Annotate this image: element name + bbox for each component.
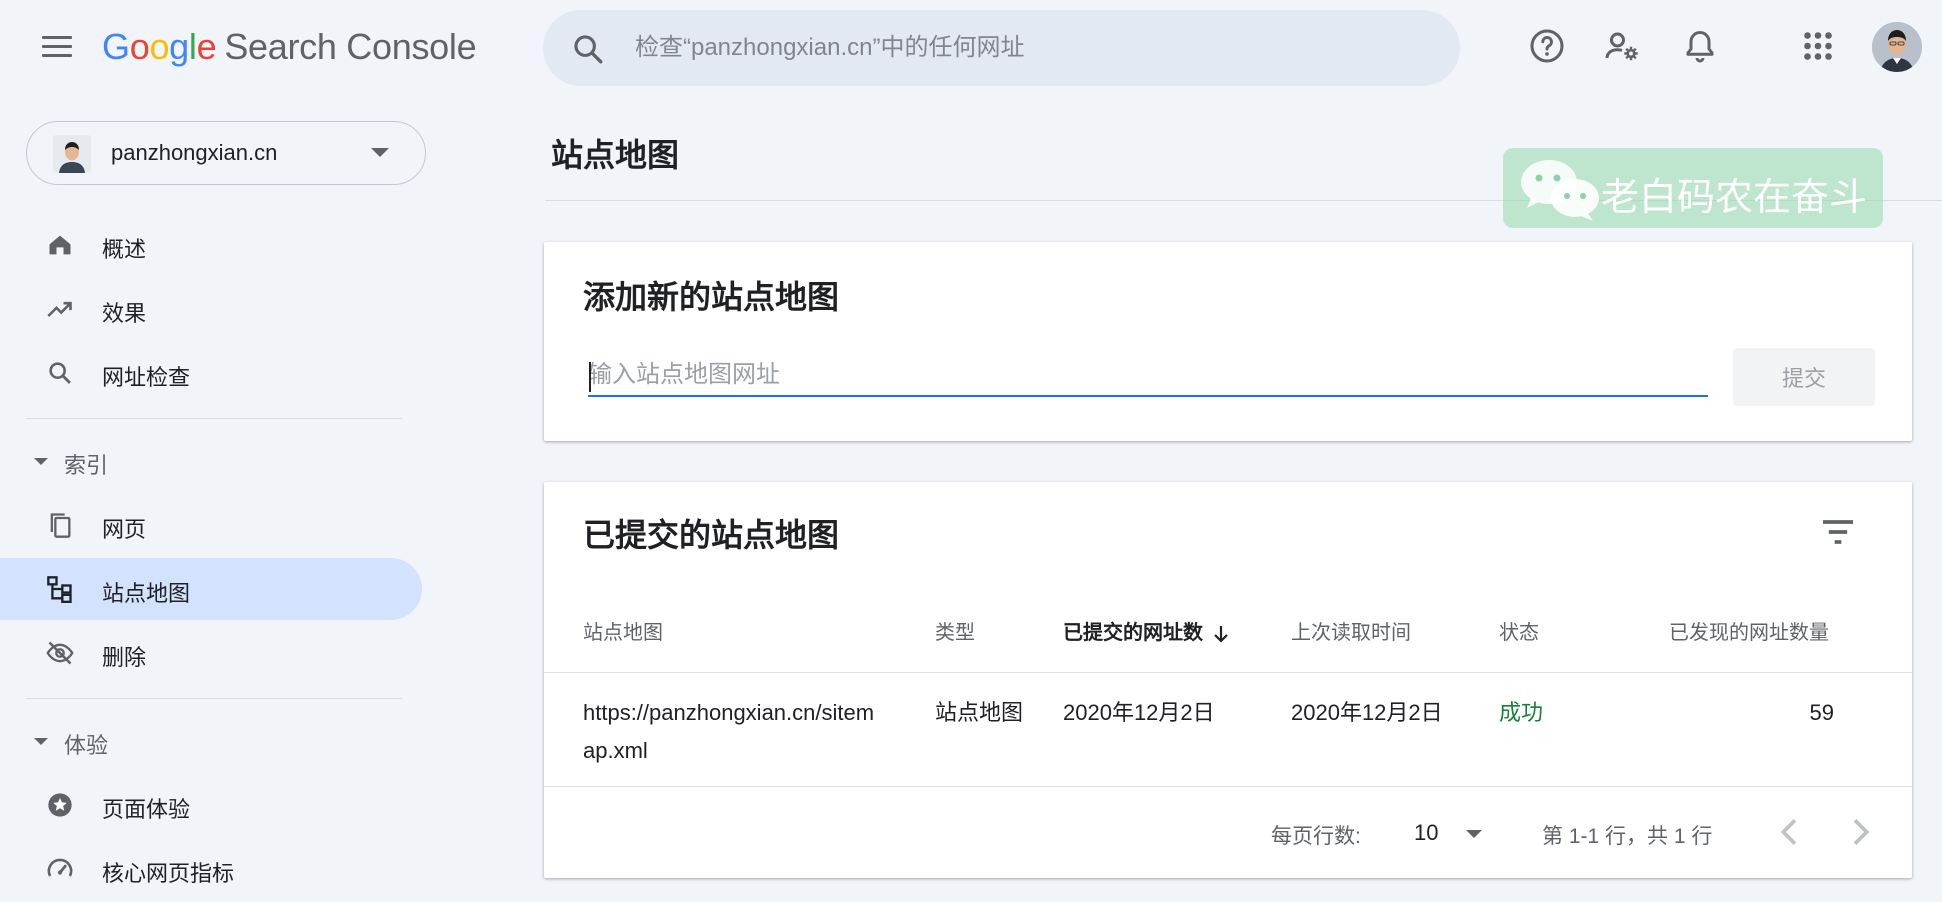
column-header-label: 已提交的网址数 <box>1063 622 1203 644</box>
property-avatar-icon <box>53 135 91 173</box>
caret-down-icon <box>34 458 48 465</box>
top-app-bar: Google Search Console <box>0 0 1942 96</box>
page-title: 站点地图 <box>551 137 680 173</box>
help-icon[interactable] <box>1529 28 1565 64</box>
sidebar-item-label: 删除 <box>102 645 147 670</box>
status-badge: 成功 <box>1499 700 1544 725</box>
submit-button[interactable]: 提交 <box>1733 348 1875 406</box>
sidebar-item-sitemaps[interactable]: 站点地图 <box>0 558 422 620</box>
column-header-sitemap[interactable]: 站点地图 <box>583 616 663 645</box>
eye-off-icon <box>46 641 74 665</box>
account-avatar[interactable] <box>1872 22 1922 72</box>
add-sitemap-title: 添加新的站点地图 <box>583 279 840 315</box>
chevron-down-icon <box>371 148 389 157</box>
sidebar-item-pages[interactable]: 网页 <box>0 494 422 556</box>
next-page-icon[interactable] <box>1840 812 1880 852</box>
rows-per-page-select[interactable]: 10 <box>1414 812 1504 852</box>
sidebar-item-label: 网页 <box>102 517 147 542</box>
sidebar-item-label: 页面体验 <box>102 797 191 822</box>
sidebar-item-label: 核心网页指标 <box>102 861 235 886</box>
sidebar-section-index[interactable]: 索引 <box>28 442 228 482</box>
sidebar-item-label: 概述 <box>102 237 147 262</box>
pages-icon <box>50 513 71 538</box>
sidebar-item-label: 网址检查 <box>102 365 191 390</box>
avatar-portrait-icon <box>1872 22 1922 72</box>
sidebar-section-label: 索引 <box>64 453 109 478</box>
property-selector[interactable]: panzhongxian.cn <box>26 121 426 185</box>
last-read-date: 2020年12月2日 <box>1291 700 1443 725</box>
sidebar-item-label: 站点地图 <box>102 581 191 606</box>
sidebar-item-overview[interactable]: 概述 <box>0 214 422 276</box>
bell-icon[interactable] <box>1682 28 1718 64</box>
sidebar-divider <box>26 698 402 699</box>
column-header-discovered-urls[interactable]: 已发现的网址数量 <box>1669 616 1829 645</box>
rows-per-page-label: 每页行数: <box>1271 825 1361 848</box>
product-name: Search Console <box>224 26 477 67</box>
apps-grid-icon[interactable] <box>1800 28 1836 64</box>
sidebar-item-url-inspection[interactable]: 网址检查 <box>0 342 422 404</box>
trending-up-icon <box>47 301 72 317</box>
search-input[interactable] <box>635 26 1415 70</box>
text-cursor <box>589 362 591 392</box>
sidebar-item-label: 效果 <box>102 301 147 326</box>
sitemap-url-input[interactable] <box>588 355 1708 397</box>
submitted-sitemaps-title: 已提交的站点地图 <box>583 517 840 553</box>
sitemap-url-line: https://panzhongxian.cn/sitem <box>583 700 875 725</box>
wechat-icon <box>1521 160 1599 221</box>
url-inspection-search[interactable] <box>543 10 1460 86</box>
logo-letter: g <box>169 26 189 67</box>
sitemap-url-line: ap.xml <box>583 738 648 763</box>
pagination-range: 第 1-1 行，共 1 行 <box>1542 825 1713 848</box>
sidebar-divider <box>26 418 402 419</box>
property-avatar <box>53 135 91 173</box>
submitted-date: 2020年12月2日 <box>1063 700 1215 725</box>
watermark: 老白码农在奋斗 <box>1503 148 1883 228</box>
column-header-status[interactable]: 状态 <box>1499 616 1539 645</box>
logo-letter: o <box>149 26 170 67</box>
logo-letter: e <box>196 26 217 67</box>
logo-letter: o <box>129 26 150 67</box>
page-experience-icon <box>48 793 72 817</box>
sidebar-item-page-experience[interactable]: 页面体验 <box>0 774 422 836</box>
add-sitemap-card: 添加新的站点地图 提交 <box>544 242 1912 441</box>
watermark-text: 老白码农在奋斗 <box>1601 177 1868 219</box>
column-header-type[interactable]: 类型 <box>935 616 975 645</box>
caret-down-icon <box>1466 830 1482 838</box>
sitemap-icon <box>47 576 72 603</box>
app-logo[interactable]: Google Search Console <box>102 26 477 68</box>
discovered-count: 59 <box>1809 700 1834 725</box>
search-icon[interactable] <box>571 32 605 66</box>
logo-letter: l <box>188 26 197 67</box>
previous-page-icon[interactable] <box>1770 812 1810 852</box>
table-footer-divider <box>544 786 1912 787</box>
manage-users-icon[interactable] <box>1604 28 1640 64</box>
sidebar-section-experience[interactable]: 体验 <box>28 722 228 762</box>
menu-icon[interactable] <box>40 30 74 64</box>
property-name: panzhongxian.cn <box>111 140 278 165</box>
sidebar-section-label: 体验 <box>64 733 109 758</box>
rows-per-page-value: 10 <box>1414 820 1439 845</box>
submitted-sitemaps-card: 已提交的站点地图 站点地图 类型 已提交的网址数 上次读取时间 状态 已发现的网… <box>544 482 1912 878</box>
search-icon <box>49 362 71 384</box>
speedometer-icon <box>47 858 73 877</box>
sidebar-item-core-web-vitals[interactable]: 核心网页指标 <box>0 838 422 900</box>
sitemap-type: 站点地图 <box>935 700 1024 725</box>
sidebar-item-removals[interactable]: 删除 <box>0 622 422 684</box>
filter-icon[interactable] <box>1818 512 1858 552</box>
arrow-down-icon <box>1214 625 1228 643</box>
home-icon <box>49 235 71 255</box>
sidebar-item-performance[interactable]: 效果 <box>0 278 422 340</box>
logo-letter: G <box>102 26 130 67</box>
table-header-divider <box>544 672 1912 673</box>
column-header-last-read[interactable]: 上次读取时间 <box>1291 616 1411 645</box>
column-header-submitted-urls[interactable]: 已提交的网址数 <box>1063 616 1231 645</box>
caret-down-icon <box>34 738 48 745</box>
